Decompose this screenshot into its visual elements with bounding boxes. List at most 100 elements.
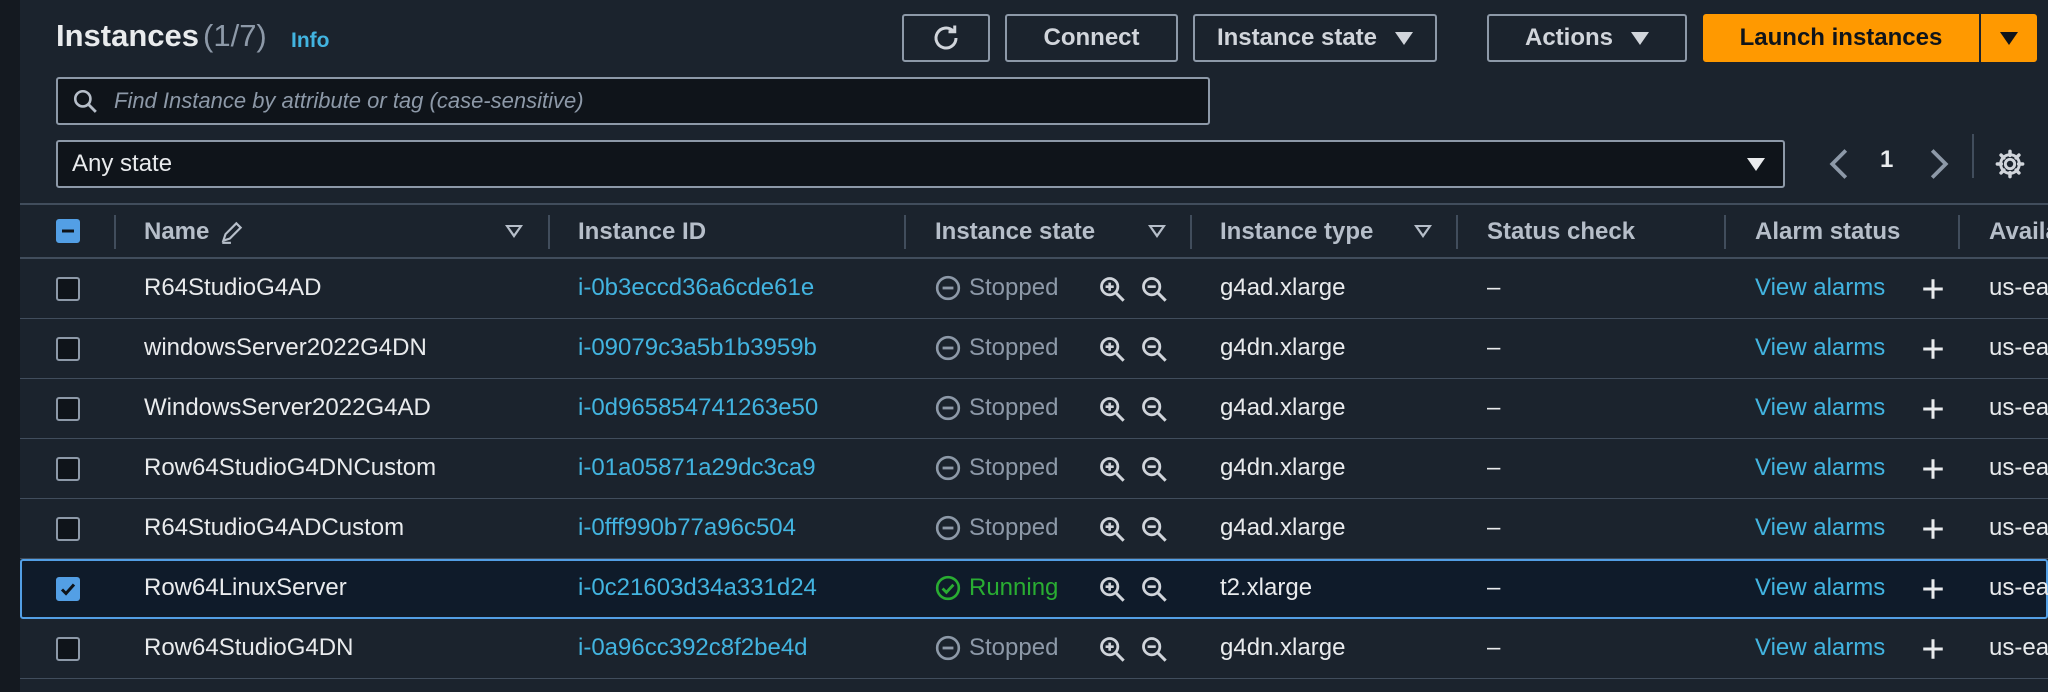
instance-id-link[interactable]: i-0fff990b77a96c504 [578,514,796,542]
instance-type: g4ad.xlarge [1220,514,1346,541]
status-check-value: – [1487,574,1501,601]
add-alarm-plus-icon[interactable] [1920,576,1946,602]
column-header-instance-type[interactable]: Instance type [1220,218,1373,246]
stopped-icon [935,395,961,421]
preferences-button[interactable] [1994,140,2026,188]
instance-name: R64StudioG4AD [144,274,322,301]
view-alarms-link[interactable]: View alarms [1755,574,1885,602]
pagination-divider [1972,134,1974,178]
zoom-in-icon[interactable] [1098,395,1126,423]
zoom-out-icon[interactable] [1140,515,1168,543]
actions-menu-button[interactable]: Actions [1487,14,1687,62]
connect-button[interactable]: Connect [1005,14,1178,62]
add-alarm-plus-icon[interactable] [1920,276,1946,302]
launch-options-button[interactable] [1981,14,2037,62]
table-row[interactable]: R64StudioG4ADCustom i-0fff990b77a96c504 St… [20,499,2048,559]
add-alarm-plus-icon[interactable] [1920,636,1946,662]
pencil-icon [219,219,245,245]
row-select-checkbox[interactable] [56,457,80,481]
launch-instances-button[interactable]: Launch instances [1703,14,1979,62]
instance-name: Row64StudioG4DNCustom [144,454,437,481]
instance-id-link[interactable]: i-0d965854741263e50 [578,394,818,422]
column-header-name-label: Name [144,218,210,245]
status-check-value: – [1487,514,1501,541]
zoom-out-icon[interactable] [1140,395,1168,423]
row-select-checkbox[interactable] [56,517,80,541]
view-alarms-link[interactable]: View alarms [1755,634,1885,662]
column-header-instance-id[interactable]: Instance ID [578,218,706,246]
table-row[interactable]: Row64StudioG4DNCustom i-01a05871a29dc3ca9… [20,439,2048,499]
instance-state: Stopped [935,514,1058,542]
filter-icon[interactable] [505,225,523,238]
availability-zone: us-east-1 [1989,454,2048,481]
table-row[interactable]: WindowsServer2022G4AD i-0d965854741263e50… [20,379,2048,439]
view-alarms-link[interactable]: View alarms [1755,514,1885,542]
table-row[interactable]: Row64StudioG4DN i-0a96cc392c8f2be4d Stoppe… [20,619,2048,679]
instance-state-label: Stopped [969,334,1059,361]
status-check-value: – [1487,274,1501,301]
refresh-button[interactable] [902,14,990,62]
add-alarm-plus-icon[interactable] [1920,516,1946,542]
stopped-icon [935,455,961,481]
row-select-checkbox[interactable] [56,337,80,361]
zoom-out-icon[interactable] [1140,455,1168,483]
instance-name: WindowsServer2022G4AD [144,394,431,421]
availability-zone: us-east-1 [1989,514,2048,541]
next-page-button[interactable] [1926,140,1952,188]
column-divider [1724,215,1726,249]
zoom-in-icon[interactable] [1098,335,1126,363]
availability-zone: us-east-1 [1989,334,2048,361]
zoom-out-icon[interactable] [1140,635,1168,663]
state-filter-select[interactable]: Any state [56,140,1785,188]
add-alarm-plus-icon[interactable] [1920,456,1946,482]
instance-name: windowsServer2022G4DN [144,334,427,361]
filter-icon[interactable] [1414,225,1432,238]
caret-down-icon [1747,157,1765,171]
row-select-checkbox[interactable] [56,637,80,661]
instance-type: t2.xlarge [1220,574,1313,601]
zoom-out-icon[interactable] [1140,275,1168,303]
column-header-instance-state[interactable]: Instance state [935,218,1095,246]
view-alarms-link[interactable]: View alarms [1755,274,1885,302]
view-alarms-link[interactable]: View alarms [1755,454,1885,482]
instance-state-label: Stopped [969,454,1059,481]
zoom-in-icon[interactable] [1098,575,1126,603]
select-all-checkbox[interactable] [56,219,80,243]
instance-id-link[interactable]: i-09079c3a5b1b3959b [578,334,817,362]
row-select-checkbox[interactable] [56,577,80,601]
zoom-out-icon[interactable] [1140,335,1168,363]
stopped-icon [935,515,961,541]
table-row[interactable]: R64StudioG4AD i-0b3eccd36a6cde61e Stopped g… [20,259,2048,319]
column-header-availability-zone[interactable]: Availability Zone [1989,218,2048,246]
instance-name: Row64StudioG4DN [144,634,354,661]
view-alarms-link[interactable]: View alarms [1755,334,1885,362]
column-header-status-check[interactable]: Status check [1487,218,1635,246]
view-alarms-link[interactable]: View alarms [1755,394,1885,422]
selected-count: (1/7) [203,18,267,53]
row-select-checkbox[interactable] [56,277,80,301]
instance-state-label: Running [969,574,1059,601]
search-input[interactable] [112,87,1208,115]
current-page-number[interactable]: 1 [1880,146,1893,174]
previous-page-button[interactable] [1826,140,1852,188]
zoom-in-icon[interactable] [1098,455,1126,483]
instance-state-menu-button[interactable]: Instance state [1193,14,1437,62]
row-select-checkbox[interactable] [56,397,80,421]
add-alarm-plus-icon[interactable] [1920,396,1946,422]
table-row[interactable]: windowsServer2022G4DN i-09079c3a5b1b3959b… [20,319,2048,379]
info-link[interactable]: Info [291,29,329,53]
zoom-out-icon[interactable] [1140,575,1168,603]
add-alarm-plus-icon[interactable] [1920,336,1946,362]
instance-id-link[interactable]: i-0a96cc392c8f2be4d [578,634,808,662]
zoom-in-icon[interactable] [1098,515,1126,543]
column-header-alarm-status[interactable]: Alarm status [1755,218,1900,246]
table-row[interactable]: Row64LinuxServer i-0c21603d34a331d24 Runni… [20,559,2048,619]
filter-icon[interactable] [1148,225,1166,238]
status-check-value: – [1487,334,1501,361]
column-header-name[interactable]: Name [144,218,245,246]
zoom-in-icon[interactable] [1098,635,1126,663]
instance-id-link[interactable]: i-0c21603d34a331d24 [578,574,817,602]
instance-id-link[interactable]: i-01a05871a29dc3ca9 [578,454,816,482]
zoom-in-icon[interactable] [1098,275,1126,303]
instance-id-link[interactable]: i-0b3eccd36a6cde61e [578,274,814,302]
